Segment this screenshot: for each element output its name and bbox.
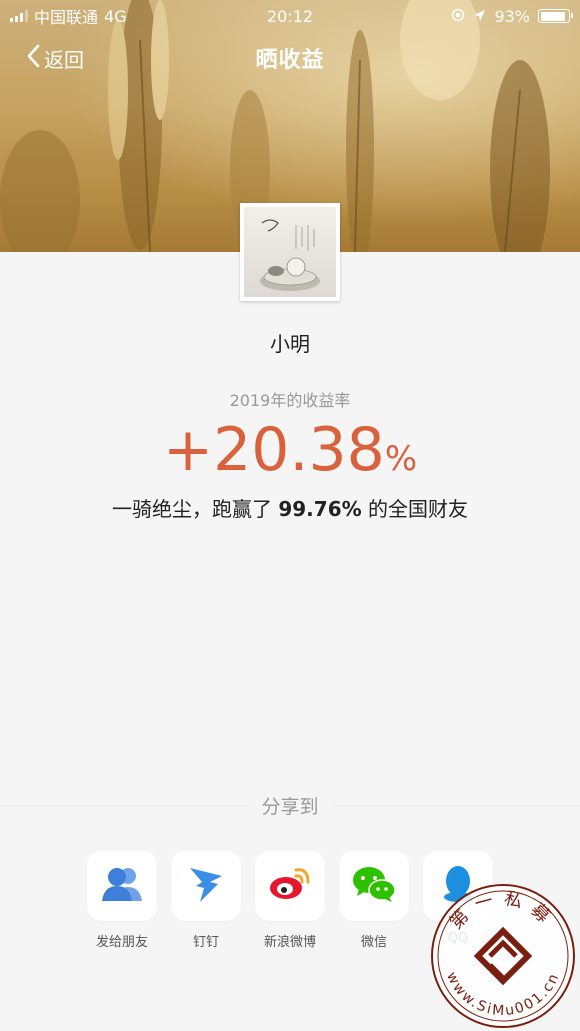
carrier-name: 中国联通 <box>34 8 99 27</box>
divider-line-right <box>332 804 580 806</box>
share-weibo-label: 新浪微博 <box>263 935 316 950</box>
share-friends-tile <box>87 851 157 921</box>
status-bar: 中国联通 4G 20:12 93% <box>0 0 580 32</box>
status-left: 中国联通 4G <box>10 4 127 28</box>
ranking-text: 一骑绝尘，跑赢了 99.76% 的全国财友 <box>0 493 580 522</box>
divider-line-left <box>0 804 248 806</box>
friends-icon <box>100 865 144 907</box>
ranking-suffix: 的全国财友 <box>368 497 469 521</box>
dingtalk-icon <box>188 864 224 908</box>
location-icon <box>473 7 486 26</box>
network-type: 4G <box>104 6 127 26</box>
avatar-image <box>244 207 336 297</box>
chevron-left-icon <box>26 44 40 73</box>
nav-bar: 返回 晒收益 <box>0 36 580 80</box>
share-wechat-button[interactable]: 微信 <box>339 851 409 950</box>
back-label: 返回 <box>44 48 84 72</box>
year-return-label: 2019年的收益率 <box>229 391 351 410</box>
share-dingtalk-label: 钉钉 <box>192 935 219 950</box>
share-dingtalk-button[interactable]: 钉钉 <box>171 851 241 950</box>
wechat-icon <box>351 865 397 907</box>
share-dingtalk-tile <box>171 851 241 921</box>
share-wechat-tile <box>339 851 409 921</box>
share-weibo-tile <box>255 851 325 921</box>
signal-icon <box>10 10 28 22</box>
status-right: 93% <box>451 6 573 26</box>
back-button[interactable]: 返回 <box>26 44 84 73</box>
return-rate: +20.38% <box>0 415 580 485</box>
ranking-percent: 99.76% <box>278 497 362 521</box>
orientation-lock-icon <box>451 7 465 26</box>
share-friends-label: 发给朋友 <box>95 935 148 950</box>
return-rate-value: +20.38 <box>162 415 385 485</box>
battery-percent: 93% <box>494 6 530 26</box>
watermark-stamp: 第一私募 www.SiMu001.cn <box>430 883 576 1029</box>
return-rate-unit: % <box>384 439 418 479</box>
avatar <box>240 203 340 301</box>
weibo-icon <box>268 866 312 906</box>
share-title: 分享到 <box>261 795 319 818</box>
share-wechat-label: 微信 <box>360 935 387 950</box>
share-weibo-button[interactable]: 新浪微博 <box>255 851 325 950</box>
battery-icon <box>538 9 573 23</box>
page-title: 晒收益 <box>255 48 325 73</box>
username: 小明 <box>270 332 310 356</box>
ranking-prefix: 一骑绝尘，跑赢了 <box>111 497 272 521</box>
share-divider: 分享到 <box>0 789 580 821</box>
share-friends-button[interactable]: 发给朋友 <box>87 851 157 950</box>
